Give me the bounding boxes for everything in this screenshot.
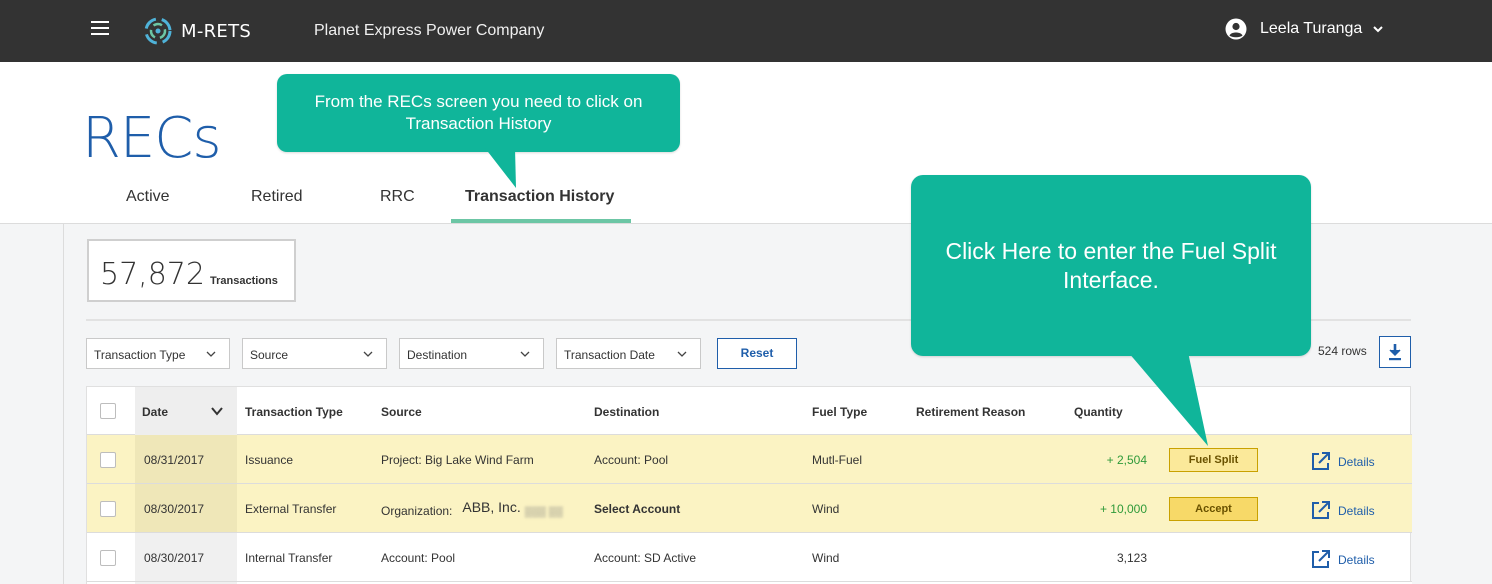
- transactions-count-label: Transactions: [210, 275, 278, 287]
- source-filter-label: Source: [250, 348, 289, 362]
- details-link[interactable]: Details: [1310, 549, 1375, 570]
- transaction-type-cell: Issuance: [245, 453, 294, 467]
- obscured-text: ▒▒▒ ▒▒: [524, 507, 563, 518]
- reset-button[interactable]: Reset: [717, 338, 797, 369]
- date-cell: 08/31/2017: [144, 453, 205, 467]
- transaction-type-cell: External Transfer: [245, 502, 337, 516]
- tab-retired[interactable]: Retired: [251, 188, 303, 206]
- company-name: Planet Express Power Company: [314, 22, 545, 39]
- callout-text: From the RECs screen you need to click o…: [314, 92, 643, 133]
- details-link[interactable]: Details: [1310, 500, 1375, 521]
- transaction-type-filter-label: Transaction Type: [94, 348, 186, 362]
- accept-button[interactable]: Accept: [1169, 497, 1258, 521]
- user-circle-icon: [1225, 18, 1247, 40]
- external-link-icon: [1312, 501, 1330, 519]
- tutorial-callout-fuel-split: Click Here to enter the Fuel Split Inter…: [911, 175, 1311, 356]
- column-header-fuel-type[interactable]: Fuel Type: [812, 405, 867, 419]
- fuel-type-cell: Wind: [812, 502, 840, 516]
- source-cell: Project: Big Lake Wind Farm: [381, 453, 534, 467]
- download-button[interactable]: [1379, 336, 1411, 368]
- external-link-icon: [1312, 550, 1330, 568]
- table-row[interactable]: 08/30/2017 External Transfer Organizatio…: [87, 484, 1412, 533]
- transactions-count-card: 57,872 Transactions: [87, 239, 296, 302]
- details-label: Details: [1338, 503, 1375, 518]
- tab-transaction-history[interactable]: Transaction History: [465, 188, 614, 206]
- external-link-icon: [1312, 452, 1330, 470]
- row-checkbox[interactable]: [100, 452, 116, 468]
- page-title: RECs: [82, 106, 222, 171]
- tutorial-callout-transaction-history: From the RECs screen you need to click o…: [277, 74, 680, 152]
- logo-text[interactable]: M-RETS: [181, 21, 251, 42]
- column-header-quantity[interactable]: Quantity: [1074, 405, 1123, 419]
- source-prefix: Organization:: [381, 504, 453, 518]
- destination-cell: Account: SD Active: [594, 551, 697, 565]
- user-menu[interactable]: Leela Turanga: [1225, 18, 1384, 40]
- quantity-cell: + 10,000: [1099, 502, 1147, 516]
- transactions-count: 57,872: [100, 257, 205, 292]
- column-header-transaction-type[interactable]: Transaction Type: [245, 405, 343, 419]
- transaction-date-filter-label: Transaction Date: [564, 348, 655, 362]
- column-header-destination[interactable]: Destination: [594, 405, 659, 419]
- tab-rrc[interactable]: RRC: [380, 188, 415, 206]
- chevron-down-icon: [206, 351, 216, 357]
- user-name: Leela Turanga: [1260, 20, 1363, 37]
- date-cell: 08/30/2017: [144, 551, 205, 565]
- fuel-split-button[interactable]: Fuel Split: [1169, 448, 1258, 472]
- table-row[interactable]: 08/31/2017 Issuance Project: Big Lake Wi…: [87, 435, 1412, 484]
- rows-count: 524 rows: [1318, 344, 1367, 358]
- callout-pointer: [485, 148, 516, 188]
- row-checkbox[interactable]: [100, 550, 116, 566]
- column-header-retirement-reason[interactable]: Retirement Reason: [916, 405, 1025, 419]
- source-cell: Organization: ABB, Inc. ▒▒▒ ▒▒: [381, 499, 563, 518]
- quantity-cell: + 2,504: [1106, 453, 1147, 467]
- callout-text: Click Here to enter the Fuel Split Inter…: [945, 238, 1277, 293]
- details-label: Details: [1338, 454, 1375, 469]
- destination-cell: Account: Pool: [594, 453, 669, 467]
- content-border: [63, 224, 64, 584]
- destination-cell[interactable]: Select Account: [594, 502, 680, 516]
- chevron-down-icon: [677, 351, 687, 357]
- chevron-down-icon: [1373, 26, 1384, 33]
- select-all-checkbox[interactable]: [100, 403, 116, 419]
- m-rets-logo-icon[interactable]: [143, 16, 173, 46]
- quantity-cell: 3,123: [1116, 551, 1147, 565]
- table-header: Date Transaction Type Source Destination…: [87, 387, 1412, 435]
- table-row[interactable]: 08/30/2017 Internal Transfer Account: Po…: [87, 533, 1412, 582]
- row-checkbox[interactable]: [100, 501, 116, 517]
- organization-name: ABB, Inc.: [462, 499, 521, 515]
- column-header-source[interactable]: Source: [381, 405, 422, 419]
- fuel-type-cell: Mutl-Fuel: [812, 453, 863, 467]
- transaction-date-filter[interactable]: Transaction Date: [556, 338, 701, 369]
- tab-active[interactable]: Active: [126, 188, 170, 206]
- download-icon: [1389, 344, 1401, 361]
- chevron-down-icon: [363, 351, 373, 357]
- top-navigation-bar: M-RETS Planet Express Power Company Leel…: [0, 0, 1492, 62]
- transaction-type-filter[interactable]: Transaction Type: [86, 338, 230, 369]
- transaction-type-cell: Internal Transfer: [245, 551, 333, 565]
- destination-filter[interactable]: Destination: [399, 338, 544, 369]
- source-filter[interactable]: Source: [242, 338, 387, 369]
- hamburger-menu-icon[interactable]: [91, 21, 109, 35]
- callout-pointer: [1128, 352, 1208, 446]
- sort-descending-icon[interactable]: [211, 407, 223, 416]
- destination-filter-label: Destination: [407, 348, 468, 362]
- fuel-type-cell: Wind: [812, 551, 840, 565]
- date-cell: 08/30/2017: [144, 502, 205, 516]
- column-header-date[interactable]: Date: [142, 405, 168, 419]
- chevron-down-icon: [520, 351, 530, 357]
- details-link[interactable]: Details: [1310, 451, 1375, 472]
- source-cell: Account: Pool: [381, 551, 456, 565]
- details-label: Details: [1338, 552, 1375, 567]
- active-tab-indicator: [451, 219, 631, 223]
- transactions-table: Date Transaction Type Source Destination…: [86, 386, 1412, 584]
